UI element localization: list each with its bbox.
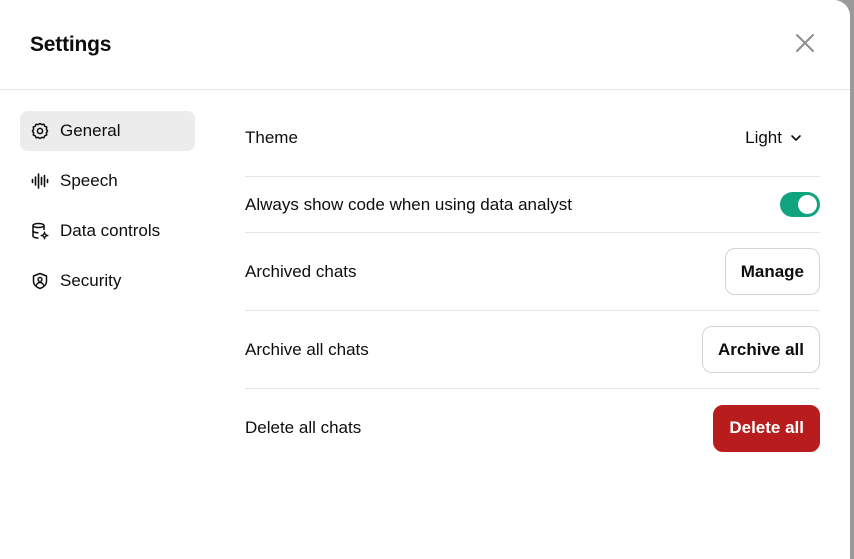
sidebar-item-label: Data controls bbox=[60, 221, 161, 240]
dialog-title: Settings bbox=[30, 33, 112, 56]
sidebar-item-data-controls[interactable]: Data controls bbox=[20, 211, 195, 251]
show-code-row: Always show code when using data analyst bbox=[245, 177, 820, 233]
waveform-icon bbox=[31, 172, 49, 190]
sidebar-item-security[interactable]: Security bbox=[20, 261, 195, 301]
delete-all-label: Delete all chats bbox=[245, 418, 362, 437]
gear-icon bbox=[31, 122, 49, 140]
sidebar-item-label: General bbox=[60, 121, 121, 140]
shield-icon bbox=[31, 272, 49, 290]
settings-sidebar: General Speech Data controls Security bbox=[20, 111, 195, 311]
delete-all-row: Delete all chats Delete all bbox=[245, 389, 820, 467]
archive-all-label: Archive all chats bbox=[245, 339, 369, 359]
archive-all-button[interactable]: Archive all bbox=[702, 326, 820, 373]
sidebar-item-label: Speech bbox=[60, 171, 118, 190]
database-settings-icon bbox=[31, 222, 49, 240]
toggle-knob bbox=[798, 195, 817, 214]
chevron-down-icon bbox=[790, 132, 802, 144]
sidebar-item-speech[interactable]: Speech bbox=[20, 161, 195, 201]
theme-value: Light bbox=[745, 128, 782, 147]
general-settings-panel: Theme Light Always show code when using … bbox=[245, 100, 820, 467]
manage-archived-button[interactable]: Manage bbox=[724, 248, 820, 295]
delete-all-button[interactable]: Delete all bbox=[713, 404, 820, 452]
settings-dialog: Settings General Speech Data controls Se… bbox=[0, 0, 850, 559]
sidebar-item-general[interactable]: General bbox=[20, 111, 195, 151]
archive-all-row: Archive all chats Archive all bbox=[245, 311, 820, 389]
theme-dropdown[interactable]: Light bbox=[745, 128, 802, 148]
close-icon bbox=[794, 32, 816, 59]
sidebar-item-label: Security bbox=[60, 271, 122, 290]
close-button[interactable] bbox=[791, 31, 819, 59]
archived-chats-label: Archived chats bbox=[245, 261, 357, 281]
show-code-toggle[interactable] bbox=[780, 192, 820, 217]
dialog-header: Settings bbox=[0, 0, 850, 90]
theme-label: Theme bbox=[245, 128, 298, 147]
theme-row: Theme Light bbox=[245, 100, 820, 177]
show-code-label: Always show code when using data analyst bbox=[245, 194, 572, 214]
archived-chats-row: Archived chats Manage bbox=[245, 233, 820, 311]
